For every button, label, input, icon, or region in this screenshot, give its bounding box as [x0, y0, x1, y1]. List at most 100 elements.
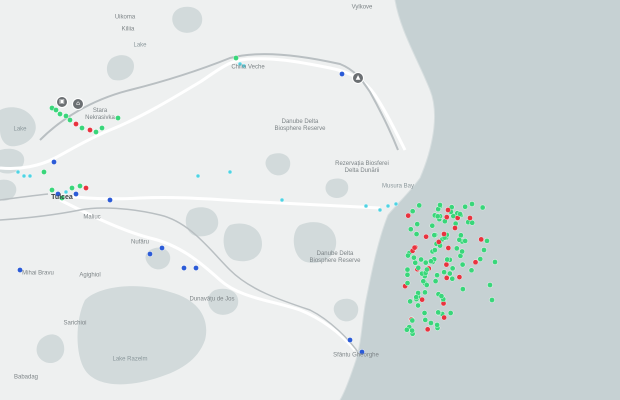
vessel-marker-103[interactable]: [424, 266, 430, 273]
vessel-marker-164[interactable]: [21, 173, 27, 179]
vessel-marker-108[interactable]: [441, 269, 447, 275]
vessel-marker-59[interactable]: [458, 232, 464, 239]
vessel-marker-142[interactable]: [99, 125, 105, 131]
vessel-marker-151[interactable]: [73, 191, 79, 197]
vessel-marker-136[interactable]: [63, 113, 69, 119]
vessel-marker-67[interactable]: [411, 254, 417, 261]
map-canvas[interactable]: [0, 0, 620, 400]
vessel-marker-154[interactable]: [237, 61, 243, 67]
vessel-marker-96[interactable]: [416, 202, 423, 209]
vessel-marker-75[interactable]: [484, 238, 490, 244]
vessel-marker-26[interactable]: [424, 326, 431, 333]
vessel-marker-124[interactable]: [457, 211, 463, 217]
vessel-marker-46[interactable]: [404, 280, 411, 286]
vessel-marker-150[interactable]: [83, 185, 89, 191]
vessel-marker-170[interactable]: [377, 207, 383, 213]
vessel-marker-148[interactable]: [69, 185, 75, 191]
vessel-marker-140[interactable]: [87, 127, 93, 133]
vessel-marker-97[interactable]: [479, 204, 486, 211]
vessel-marker-111[interactable]: [423, 282, 430, 288]
vessel-marker-18[interactable]: [460, 286, 466, 292]
vessel-marker-129[interactable]: [481, 247, 487, 253]
vessel-marker-169[interactable]: [363, 203, 369, 209]
vessel-marker-49[interactable]: [459, 261, 466, 268]
vessel-marker-81[interactable]: [435, 309, 441, 316]
vessel-marker-162[interactable]: [359, 349, 365, 355]
vessel-marker-9[interactable]: [418, 256, 424, 263]
vessel-marker-167[interactable]: [227, 169, 233, 175]
vessel-marker-174[interactable]: [17, 267, 23, 273]
vessel-marker-145[interactable]: [49, 187, 55, 193]
vessel-marker-82[interactable]: [447, 270, 453, 277]
vessel-marker-127[interactable]: [452, 225, 458, 231]
vessel-marker-14[interactable]: [422, 317, 429, 323]
vessel-marker-87[interactable]: [432, 247, 438, 253]
vessel-marker-141[interactable]: [93, 129, 99, 135]
vessel-marker-92[interactable]: [443, 214, 450, 220]
vessel-marker-171[interactable]: [385, 203, 391, 209]
vessel-marker-45[interactable]: [408, 226, 414, 233]
vessel-marker-69[interactable]: [404, 271, 411, 278]
vessel-marker-123[interactable]: [445, 207, 451, 213]
vessel-marker-78[interactable]: [413, 294, 420, 300]
vessel-marker-113[interactable]: [444, 256, 450, 263]
vessel-marker-112[interactable]: [441, 314, 447, 321]
vessel-marker-0[interactable]: [443, 275, 450, 281]
vessel-marker-30[interactable]: [478, 236, 484, 243]
vessel-marker-138[interactable]: [73, 121, 79, 127]
vessel-marker-130[interactable]: [492, 259, 498, 265]
vessel-marker-53[interactable]: [468, 267, 475, 274]
vessel-marker-118[interactable]: [404, 266, 411, 273]
vessel-marker-33[interactable]: [405, 212, 411, 219]
vessel-marker-172[interactable]: [393, 201, 399, 207]
vessel-marker-166[interactable]: [195, 173, 201, 179]
vessel-marker-173[interactable]: [51, 159, 57, 165]
vessel-marker-38[interactable]: [469, 219, 475, 226]
vessel-marker-114[interactable]: [419, 296, 425, 303]
vessel-marker-5[interactable]: [422, 289, 428, 296]
vessel-marker-23[interactable]: [456, 274, 463, 280]
vessel-marker-168[interactable]: [279, 197, 285, 203]
vessel-marker-152[interactable]: [59, 195, 65, 201]
vessel-marker-80[interactable]: [449, 275, 456, 282]
vessel-marker-137[interactable]: [67, 117, 73, 123]
vessel-marker-134[interactable]: [53, 107, 59, 113]
vessel-marker-51[interactable]: [472, 259, 479, 266]
vessel-marker-128[interactable]: [441, 231, 447, 237]
vessel-marker-27[interactable]: [432, 278, 439, 284]
vessel-marker-66[interactable]: [407, 298, 413, 305]
vessel-marker-158[interactable]: [147, 251, 153, 257]
vessel-marker-163[interactable]: [15, 169, 21, 175]
vessel-marker-76[interactable]: [429, 222, 436, 229]
vessel-marker-50[interactable]: [477, 256, 484, 262]
vessel-marker-157[interactable]: [159, 245, 165, 251]
vessel-marker-84[interactable]: [434, 322, 440, 328]
vessel-marker-144[interactable]: [41, 169, 47, 175]
vessel-marker-131[interactable]: [487, 282, 493, 288]
vessel-marker-116[interactable]: [435, 239, 442, 245]
vessel-marker-93[interactable]: [443, 261, 450, 268]
vessel-marker-79[interactable]: [453, 245, 460, 252]
vessel-marker-109[interactable]: [459, 248, 465, 255]
vessel-marker-121[interactable]: [409, 327, 415, 334]
vessel-marker-47[interactable]: [434, 272, 440, 278]
vessel-marker-86[interactable]: [423, 233, 429, 240]
vessel-marker-32[interactable]: [421, 310, 428, 316]
vessel-marker-156[interactable]: [339, 71, 345, 77]
vessel-marker-175[interactable]: [107, 197, 113, 203]
vessel-marker-8[interactable]: [412, 259, 419, 266]
vessel-marker-65[interactable]: [445, 245, 452, 251]
vessel-marker-135[interactable]: [57, 111, 63, 117]
vessel-marker-155[interactable]: [241, 63, 247, 69]
vessel-marker-70[interactable]: [431, 232, 438, 238]
vessel-marker-77[interactable]: [462, 238, 468, 244]
vessel-marker-147[interactable]: [63, 189, 69, 195]
vessel-marker-60[interactable]: [428, 320, 434, 326]
vessel-marker-146[interactable]: [55, 191, 61, 197]
vessel-marker-122[interactable]: [437, 202, 443, 208]
vessel-marker-83[interactable]: [434, 213, 441, 220]
vessel-marker-165[interactable]: [27, 173, 33, 179]
vessel-marker-17[interactable]: [409, 208, 416, 214]
vessel-marker-6[interactable]: [449, 265, 456, 272]
vessel-marker-95[interactable]: [428, 258, 434, 265]
